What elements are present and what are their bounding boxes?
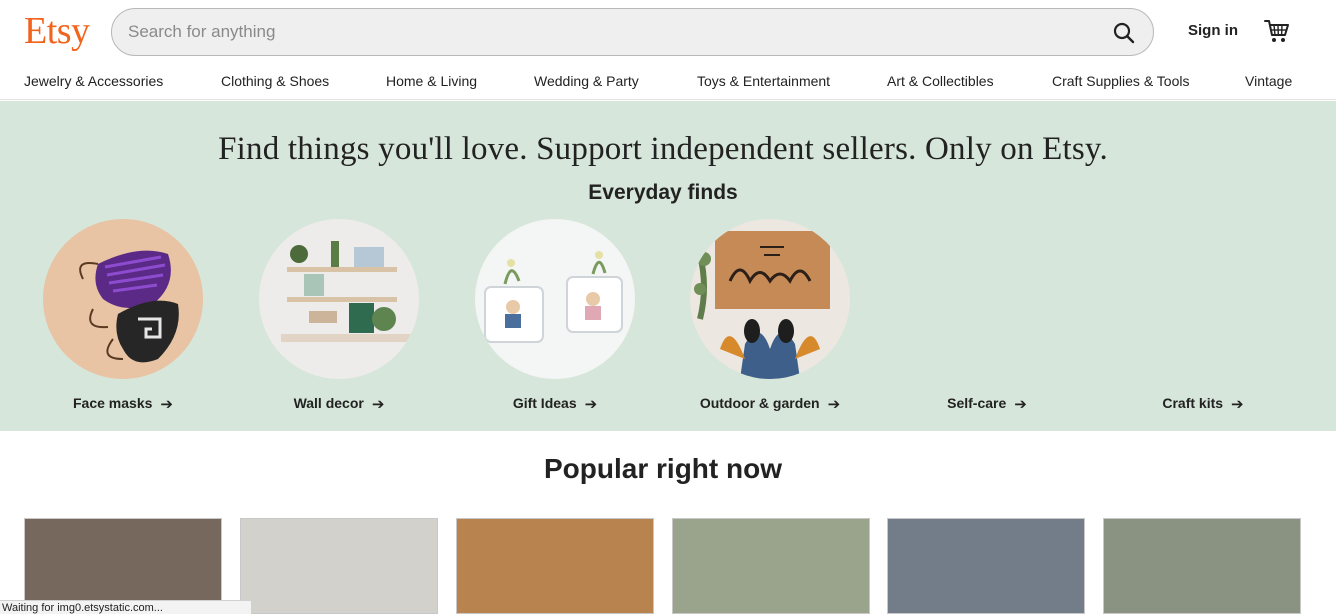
craft-kits-image (1123, 219, 1283, 379)
find-label-gift-ideas: Gift Ideas (512, 395, 577, 411)
popular-item-6[interactable] (1103, 518, 1301, 614)
find-gift-ideas[interactable]: Gift Ideas ➔ (450, 219, 660, 419)
category-wedding-party[interactable]: Wedding & Party (534, 73, 639, 89)
category-art-collectibles[interactable]: Art & Collectibles (887, 73, 994, 89)
site-header: Etsy Sign in (0, 0, 1336, 64)
self-care-image (907, 219, 1067, 379)
category-vintage[interactable]: Vintage (1245, 73, 1292, 89)
arrow-right-icon: ➔ (371, 396, 385, 413)
hero-title: Find things you'll love. Support indepen… (218, 131, 1108, 167)
search-input[interactable] (128, 9, 1088, 55)
outdoor-garden-image (690, 219, 850, 379)
cart-button[interactable] (1262, 16, 1292, 46)
browser-status-bar: Waiting for img0.etsystatic.com... (0, 600, 252, 614)
search-icon (1113, 22, 1135, 44)
hero-banner: Find things you'll love. Support indepen… (0, 101, 1336, 431)
arrow-right-icon: ➔ (584, 396, 598, 413)
gift-ideas-image (475, 219, 635, 379)
popular-title: Popular right now (544, 453, 782, 484)
arrow-right-icon: ➔ (160, 396, 173, 413)
arrow-right-icon: ➔ (827, 396, 841, 413)
etsy-logo[interactable]: Etsy (24, 8, 90, 54)
find-label-wall-decor: Wall decor (293, 395, 364, 411)
find-face-masks[interactable]: Face masks ➔ (18, 219, 228, 419)
category-craft-supplies-tools[interactable]: Craft Supplies & Tools (1052, 73, 1189, 89)
find-craft-kits[interactable]: Craft kits ➔ (1098, 219, 1308, 419)
popular-item-2[interactable] (240, 518, 438, 614)
find-outdoor-garden[interactable]: Outdoor & garden ➔ (665, 219, 875, 419)
everyday-finds-row: Face masks ➔ Wall decor ➔ Gift Ideas ➔ O… (0, 219, 1336, 419)
category-jewelry-accessories[interactable]: Jewelry & Accessories (24, 73, 163, 89)
wall-decor-image (259, 219, 419, 379)
category-clothing-shoes[interactable]: Clothing & Shoes (221, 73, 329, 89)
face-masks-image (43, 219, 203, 379)
find-label-craft-kits: Craft kits (1162, 395, 1224, 411)
find-wall-decor[interactable]: Wall decor ➔ (234, 219, 444, 419)
popular-item-3[interactable] (456, 518, 654, 614)
category-nav: Jewelry & Accessories Clothing & Shoes H… (0, 64, 1336, 100)
find-label-outdoor-garden: Outdoor & garden (699, 395, 820, 411)
find-label-face-masks: Face masks (73, 395, 153, 411)
popular-item-5[interactable] (887, 518, 1085, 614)
sign-in-link[interactable]: Sign in (1188, 22, 1238, 39)
arrow-right-icon: ➔ (1014, 396, 1027, 413)
popular-item-4[interactable] (672, 518, 870, 614)
search-bar (111, 8, 1154, 56)
search-button[interactable] (1105, 14, 1143, 52)
cart-icon (1264, 20, 1289, 42)
find-self-care[interactable]: Self-care ➔ (882, 219, 1092, 419)
arrow-right-icon: ➔ (1231, 396, 1244, 413)
category-toys-entertainment[interactable]: Toys & Entertainment (697, 73, 830, 89)
category-home-living[interactable]: Home & Living (386, 73, 477, 89)
find-label-self-care: Self-care (947, 395, 1007, 411)
hero-subtitle: Everyday finds (588, 181, 738, 204)
